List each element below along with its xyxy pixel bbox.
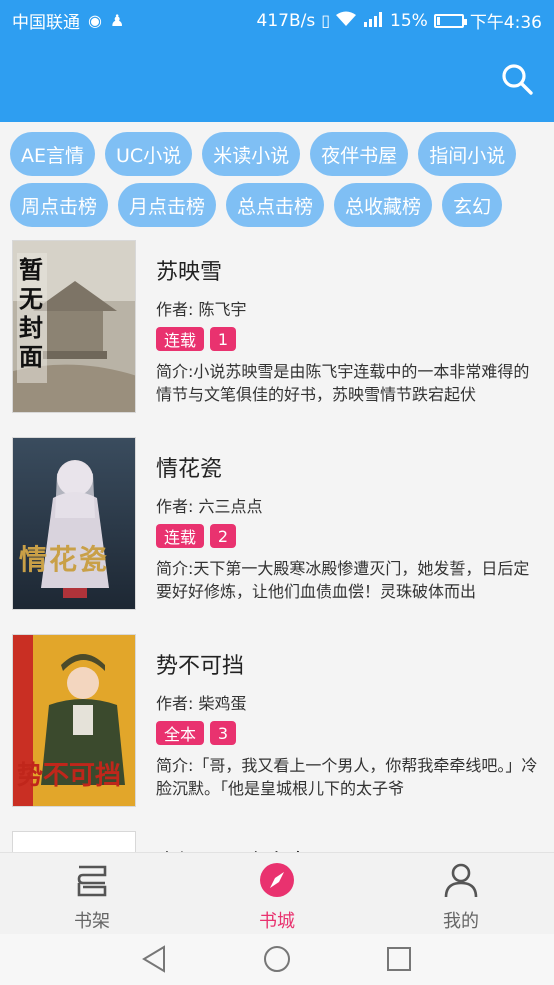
cover-text: 势不可挡 xyxy=(17,761,122,791)
chip-zhijian-novel[interactable]: 指间小说 xyxy=(418,132,517,176)
chip-uc-novel[interactable]: UC小说 xyxy=(105,132,193,176)
category-row-2: 周点击榜 月点击榜 总点击榜 总收藏榜 玄幻 xyxy=(10,183,503,227)
search-button[interactable] xyxy=(500,62,534,96)
book-item[interactable]: 情花瓷 情花瓷 作者: 六三点点 连载 2 简介:天下第一大殿寒冰殿惨遭灭门，她… xyxy=(0,437,554,634)
chip-yeban-shuwu[interactable]: 夜伴书屋 xyxy=(310,132,409,176)
app-bar: 中国联通 ◉ ♟ 417B/s ▯ 15% 下午4:36 xyxy=(0,0,554,122)
book-intro: 简介:「哥，我又看上一个男人，你帮我牵牵线吧。」冷脸沉默。「他是皇城根儿下的太子… xyxy=(156,756,538,798)
recents-square-icon xyxy=(387,947,411,971)
qq-icon: ♟ xyxy=(109,10,125,30)
chip-midu-novel[interactable]: 米读小说 xyxy=(202,132,301,176)
clock: 下午4:36 xyxy=(469,13,542,33)
back-triangle-icon xyxy=(142,945,165,973)
chip-total-clicks[interactable]: 总点击榜 xyxy=(226,183,325,227)
tab-bookstore[interactable]: 书城 xyxy=(227,859,327,932)
book-badges: 全本 3 xyxy=(156,721,237,745)
rank-badge: 2 xyxy=(210,524,237,548)
back-button[interactable] xyxy=(140,944,170,974)
book-cover[interactable]: 暂无封面 xyxy=(12,240,136,413)
search-icon xyxy=(502,64,533,95)
chip-monthly-clicks[interactable]: 月点击榜 xyxy=(118,183,217,227)
wifi-icon xyxy=(336,11,357,31)
home-button[interactable] xyxy=(262,944,292,974)
book-cover[interactable]: 情花瓷 xyxy=(12,437,136,610)
status-badge: 全本 xyxy=(156,721,205,745)
signal-icon xyxy=(362,11,384,31)
book-badges: 连载 2 xyxy=(156,524,237,548)
home-circle-icon xyxy=(264,946,290,972)
cover-text: 暂无封面 xyxy=(19,255,43,371)
book-item[interactable]: 势不可挡 势不可挡 作者: 柴鸡蛋 全本 3 简介:「哥，我又看上一个男人，你帮… xyxy=(0,634,554,831)
status-badge: 连载 xyxy=(156,327,205,351)
book-author: 作者: 柴鸡蛋 xyxy=(156,694,247,713)
chip-weekly-clicks[interactable]: 周点击榜 xyxy=(10,183,109,227)
battery-percent: 15% xyxy=(390,10,428,31)
book-author: 作者: 六三点点 xyxy=(156,497,263,516)
status-badge: 连载 xyxy=(156,524,205,548)
tab-profile-label: 我的 xyxy=(443,911,479,932)
book-title: 势不可挡 xyxy=(156,654,245,679)
network-speed: 417B/s xyxy=(256,10,316,31)
weibo-icon: ◉ xyxy=(88,10,102,30)
recents-button[interactable] xyxy=(384,944,414,974)
bookshelf-icon xyxy=(77,865,107,897)
vibrate-icon: ▯ xyxy=(321,10,331,30)
rank-badge: 1 xyxy=(210,327,237,351)
book-intro: 简介:天下第一大殿寒冰殿惨遭灭门，她发誓，日后定要好好修炼，让他们血债血偿！灵珠… xyxy=(156,559,530,601)
book-item[interactable]: 暂无封面 苏映雪 作者: 陈飞宇 连载 1 简介:小说苏映雪是由陈飞宇连载中的一… xyxy=(0,240,554,437)
book-title: 情花瓷 xyxy=(156,457,223,482)
book-title: 苏映雪 xyxy=(156,260,223,285)
rank-badge: 3 xyxy=(210,721,237,745)
book-badges: 连载 1 xyxy=(156,327,237,351)
system-nav-bar xyxy=(0,934,554,985)
status-bar: 中国联通 ◉ ♟ 417B/s ▯ 15% 下午4:36 xyxy=(0,0,554,38)
tab-profile[interactable]: 我的 xyxy=(411,859,511,932)
tab-bookstore-label: 书城 xyxy=(259,911,295,932)
book-intro: 简介:小说苏映雪是由陈飞宇连载中的一本非常难得的情节与文笔俱佳的好书，苏映雪情节… xyxy=(156,362,530,404)
compass-icon xyxy=(260,863,294,897)
chip-ae-yanqing[interactable]: AE言情 xyxy=(10,132,96,176)
category-row-1: AE言情 UC小说 米读小说 夜伴书屋 指间小说 xyxy=(10,132,517,176)
cover-text: 情花瓷 xyxy=(19,543,110,576)
battery-icon xyxy=(433,13,467,28)
chip-total-favorites[interactable]: 总收藏榜 xyxy=(334,183,433,227)
book-cover[interactable]: 势不可挡 xyxy=(12,634,136,807)
bottom-nav: 书架 书城 我的 xyxy=(0,852,554,934)
person-icon xyxy=(444,863,478,898)
tab-bookshelf[interactable]: 书架 xyxy=(42,859,142,932)
tab-bookshelf-label: 书架 xyxy=(74,911,110,932)
chip-xuanhuan[interactable]: 玄幻 xyxy=(442,183,503,227)
book-author: 作者: 陈飞宇 xyxy=(156,300,247,319)
carrier-label: 中国联通 xyxy=(12,13,80,33)
